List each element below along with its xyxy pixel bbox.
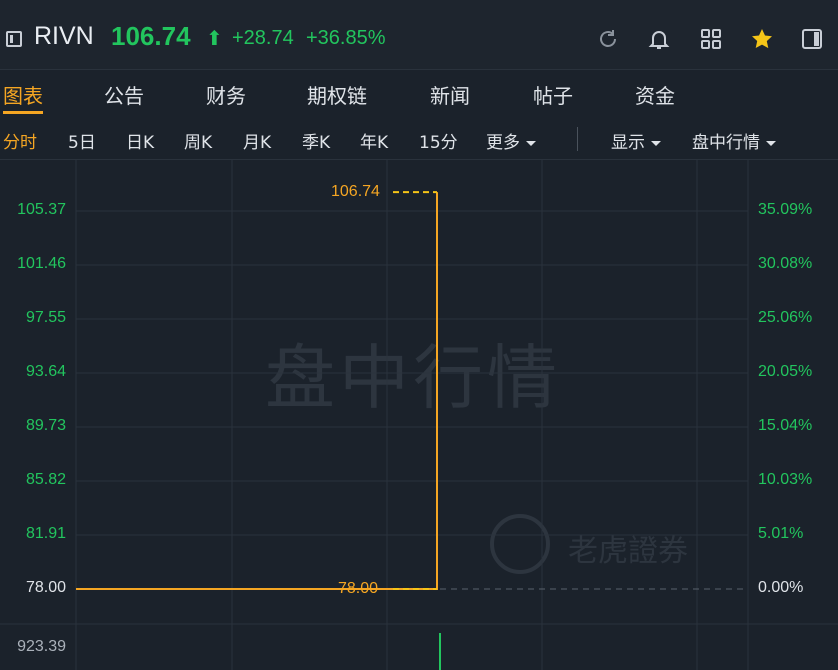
y-axis-left-tick: 93.64 <box>25 363 66 380</box>
period-daily[interactable]: 日K <box>126 128 154 153</box>
low-price-label: 78.00 <box>338 580 379 597</box>
star-icon[interactable] <box>750 27 774 51</box>
y-axis-right-tick: 15.04% <box>758 417 813 434</box>
price-change: +28.74 <box>232 27 294 49</box>
y-axis-left-tick: 101.46 <box>17 255 66 272</box>
price-line <box>76 192 438 590</box>
y-axis-left-tick: 89.73 <box>25 417 66 434</box>
y-axis-right-tick: 0.00% <box>758 579 804 596</box>
quote-header: RIVN 106.74 ⬆ +28.74 +36.85% <box>0 0 838 70</box>
y-axis-right-tick: 30.08% <box>758 255 813 272</box>
tab-news[interactable]: 新闻 <box>430 80 470 109</box>
y-axis-right-tick: 10.03% <box>758 471 813 488</box>
period-quarterly[interactable]: 季K <box>302 128 330 153</box>
sidebar-toggle-icon[interactable] <box>6 31 22 47</box>
display-label: 显示 <box>611 133 645 153</box>
period-monthly[interactable]: 月K <box>243 128 271 153</box>
chevron-down-icon <box>651 140 661 146</box>
period-bar: 分时 5日 日K 周K 月K 季K 年K 15分 更多 显示 盘中行情 <box>0 116 838 160</box>
y-axis-left-tick: 81.91 <box>25 525 66 542</box>
y-axis-right-tick: 20.05% <box>758 363 813 380</box>
y-axis-left-tick: 78.00 <box>25 579 66 596</box>
display-dropdown[interactable]: 显示 <box>611 128 661 153</box>
tab-capital-flow[interactable]: 资金 <box>635 80 675 109</box>
bell-icon[interactable] <box>647 27 671 51</box>
toolbar-divider <box>577 127 578 151</box>
chevron-down-icon <box>526 140 536 146</box>
period-15min[interactable]: 15分 <box>419 128 458 153</box>
chevron-down-icon <box>766 140 776 146</box>
tab-bar: 图表 公告 财务 期权链 新闻 帖子 资金 <box>0 70 838 116</box>
session-label: 盘中行情 <box>692 133 760 153</box>
tab-announcements[interactable]: 公告 <box>104 80 144 109</box>
panel-icon[interactable] <box>800 27 824 51</box>
more-label: 更多 <box>486 133 520 153</box>
period-5day[interactable]: 5日 <box>68 128 96 153</box>
refresh-icon[interactable] <box>596 27 620 51</box>
period-yearly[interactable]: 年K <box>360 128 388 153</box>
more-dropdown[interactable]: 更多 <box>486 128 536 153</box>
tab-posts[interactable]: 帖子 <box>533 80 573 109</box>
y-axis-right-tick: 35.09% <box>758 201 813 218</box>
chart-canvas <box>0 160 838 670</box>
volume-axis-label: 923.39 <box>17 638 66 655</box>
price-change-percent: +36.85% <box>306 27 386 49</box>
tab-options-chain[interactable]: 期权链 <box>307 80 367 109</box>
y-axis-left-tick: 97.55 <box>25 309 66 326</box>
tab-chart[interactable]: 图表 <box>3 80 43 109</box>
y-axis-left-tick: 85.82 <box>25 471 66 488</box>
grid-icon[interactable] <box>699 27 723 51</box>
up-arrow-icon: ⬆ <box>206 26 223 50</box>
high-price-label: 106.74 <box>331 183 380 200</box>
period-intraday[interactable]: 分时 <box>3 128 37 153</box>
y-axis-right-tick: 5.01% <box>758 525 804 542</box>
tab-financials[interactable]: 财务 <box>206 80 246 109</box>
session-dropdown[interactable]: 盘中行情 <box>692 128 776 153</box>
active-tab-indicator <box>3 111 43 114</box>
ticker-symbol: RIVN <box>34 22 94 50</box>
intraday-chart[interactable]: 盘中行情 老虎證券 105.37 101.46 97.55 93.64 89.73 85.… <box>0 160 838 670</box>
period-weekly[interactable]: 周K <box>184 128 212 153</box>
last-price: 106.74 <box>111 21 191 51</box>
y-axis-left-tick: 105.37 <box>17 201 66 218</box>
y-axis-right-tick: 25.06% <box>758 309 813 326</box>
